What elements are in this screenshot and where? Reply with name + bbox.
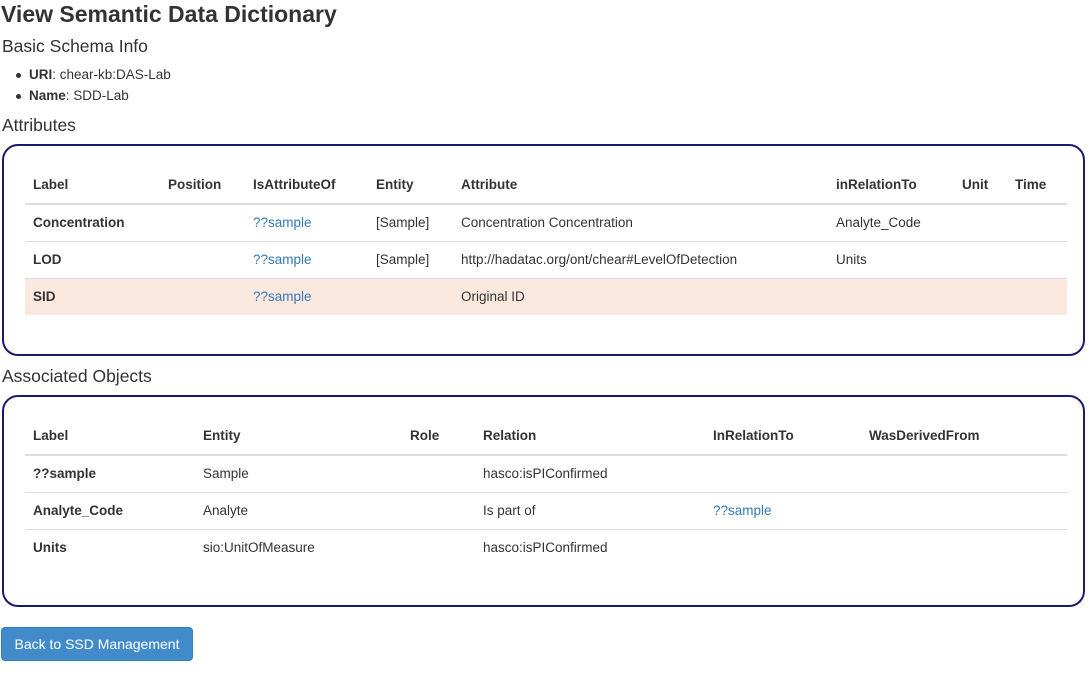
row-role [402, 529, 475, 566]
row-label: SID [25, 278, 160, 315]
row-is-attribute-of: ??sample [245, 204, 368, 242]
col-was-derived-from: WasDerivedFrom [861, 418, 1067, 456]
row-is-attribute-of: ??sample [245, 278, 368, 315]
uri-value: : chear-kb:DAS-Lab [52, 67, 171, 82]
row-position [160, 204, 245, 242]
table-row: Analyte_Code Analyte Is part of ??sample [25, 492, 1067, 530]
table-row: Concentration ??sample [Sample] Concentr… [25, 204, 1067, 242]
attributes-heading: Attributes [2, 115, 76, 135]
row-attribute: http://hadatac.org/ont/chear#LevelOfDete… [453, 241, 828, 279]
row-was-derived-from [861, 455, 1067, 493]
uri-key: URI [29, 67, 53, 82]
row-in-relation-to: Analyte_Code [836, 215, 921, 230]
row-entity: [Sample] [376, 215, 430, 230]
attributes-table: Label Position IsAttributeOf Entity Attr… [25, 167, 1067, 315]
uri-item: URI: chear-kb:DAS-Lab [12, 66, 171, 87]
row-entity: [Sample] [368, 241, 453, 279]
basic-schema-list: URI: chear-kb:DAS-Lab Name: SDD-Lab [12, 66, 171, 108]
row-relation: Is part of [475, 492, 705, 530]
row-is-attribute-of: ??sample [245, 241, 368, 279]
col-unit: Unit [954, 167, 1007, 205]
row-label: Analyte_Code [25, 492, 195, 530]
attributes-header-row: Label Position IsAttributeOf Entity Attr… [25, 167, 1067, 205]
row-time [1007, 241, 1067, 279]
row-time [1007, 204, 1067, 242]
col-label: Label [25, 167, 160, 205]
row-in-relation-to: Units [828, 241, 954, 279]
col-relation: Relation [475, 418, 705, 456]
row-entity [368, 278, 453, 315]
row-relation: hasco:isPIConfirmed [475, 529, 705, 566]
is-attribute-of-link[interactable]: ??sample [253, 252, 312, 267]
row-unit [954, 278, 1007, 315]
col-in-relation-to: inRelationTo [828, 167, 954, 205]
row-time [1007, 278, 1067, 315]
is-attribute-of-link[interactable]: ??sample [253, 215, 312, 230]
row-in-relation-to: ??sample [705, 492, 861, 530]
row-entity: Sample [203, 466, 249, 481]
row-role [402, 455, 475, 493]
row-attribute: Original ID [453, 278, 828, 315]
col-position: Position [160, 167, 245, 205]
col-time: Time [1007, 167, 1067, 205]
table-row: Units sio:UnitOfMeasure hasco:isPIConfir… [25, 529, 1067, 566]
table-row: LOD ??sample [Sample] http://hadatac.org… [25, 241, 1067, 279]
row-was-derived-from [861, 529, 1067, 566]
associated-objects-panel: Label Entity Role Relation InRelationTo … [2, 395, 1085, 607]
page: View Semantic Data Dictionary Basic Sche… [0, 0, 1089, 679]
page-title: View Semantic Data Dictionary [1, 1, 337, 27]
row-in-relation-to [828, 278, 954, 315]
row-in-relation-to [705, 455, 861, 493]
associated-objects-heading: Associated Objects [2, 366, 152, 386]
col-attribute: Attribute [453, 167, 828, 205]
col-is-attribute-of: IsAttributeOf [245, 167, 368, 205]
row-label: Concentration [33, 215, 125, 230]
row-label: LOD [25, 241, 160, 279]
table-row-highlighted: SID ??sample Original ID [25, 278, 1067, 315]
name-value: : SDD-Lab [65, 88, 129, 103]
col-role: Role [402, 418, 475, 456]
name-key: Name [29, 88, 66, 103]
table-row: ??sample Sample hasco:isPIConfirmed [25, 455, 1067, 493]
is-attribute-of-link[interactable]: ??sample [253, 289, 312, 304]
col-in-relation-to: InRelationTo [705, 418, 861, 456]
row-label: Units [25, 529, 195, 566]
row-entity: sio:UnitOfMeasure [195, 529, 402, 566]
row-attribute: Concentration Concentration [461, 215, 633, 230]
name-item: Name: SDD-Lab [12, 87, 171, 108]
row-relation: hasco:isPIConfirmed [483, 466, 608, 481]
col-entity: Entity [368, 167, 453, 205]
row-label: ??sample [33, 466, 97, 481]
row-unit [954, 204, 1007, 242]
basic-schema-heading: Basic Schema Info [2, 36, 148, 56]
row-entity: Analyte [195, 492, 402, 530]
in-relation-to-link[interactable]: ??sample [713, 503, 772, 518]
row-was-derived-from [861, 492, 1067, 530]
attributes-panel: Label Position IsAttributeOf Entity Attr… [2, 144, 1085, 356]
row-position [160, 241, 245, 279]
objects-header-row: Label Entity Role Relation InRelationTo … [25, 418, 1067, 456]
col-entity: Entity [195, 418, 402, 456]
row-unit [954, 241, 1007, 279]
row-position [160, 278, 245, 315]
row-in-relation-to [705, 529, 861, 566]
col-label: Label [25, 418, 195, 456]
back-to-ssd-management-button[interactable]: Back to SSD Management [1, 627, 193, 661]
associated-objects-table: Label Entity Role Relation InRelationTo … [25, 418, 1067, 566]
row-role [402, 492, 475, 530]
